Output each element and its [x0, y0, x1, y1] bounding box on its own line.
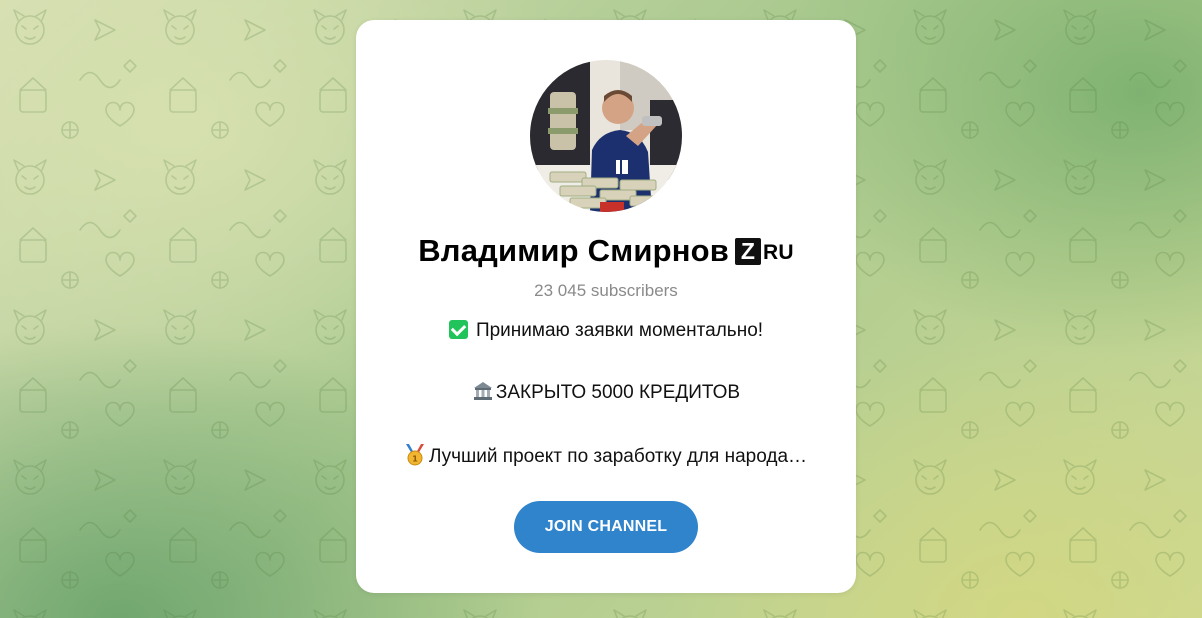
description-text: ЗАКРЫТО 5000 КРЕДИТОВ: [495, 382, 741, 403]
channel-name: Владимир Смирнов: [418, 233, 730, 268]
channel-avatar: [530, 60, 682, 212]
channel-title: Владимир Смирнов Z RU: [356, 233, 856, 269]
badge-suffix: RU: [763, 241, 794, 264]
join-channel-button[interactable]: JOIN CHANNEL: [514, 501, 698, 553]
description-line: ЗАКРЫТО 5000 КРЕДИТОВ: [356, 381, 856, 404]
description-text: Лучший проект по заработку для народа…: [428, 446, 808, 467]
bank-icon: [473, 382, 492, 400]
description-text: Принимаю заявки моментально!: [475, 320, 764, 341]
channel-preview-card: Владимир Смирнов Z RU 23 045 subscribers П…: [356, 20, 856, 593]
description-line: 1 Лучший проект по заработку для народа…: [356, 444, 856, 468]
medal-icon: 1: [405, 444, 424, 466]
svg-text:1: 1: [412, 455, 418, 464]
description-line: Принимаю заявки моментально!: [356, 320, 856, 342]
check-mark-icon: [448, 320, 468, 339]
z-badge-icon: Z: [735, 238, 762, 265]
subscriber-count: 23 045 subscribers: [534, 281, 678, 300]
